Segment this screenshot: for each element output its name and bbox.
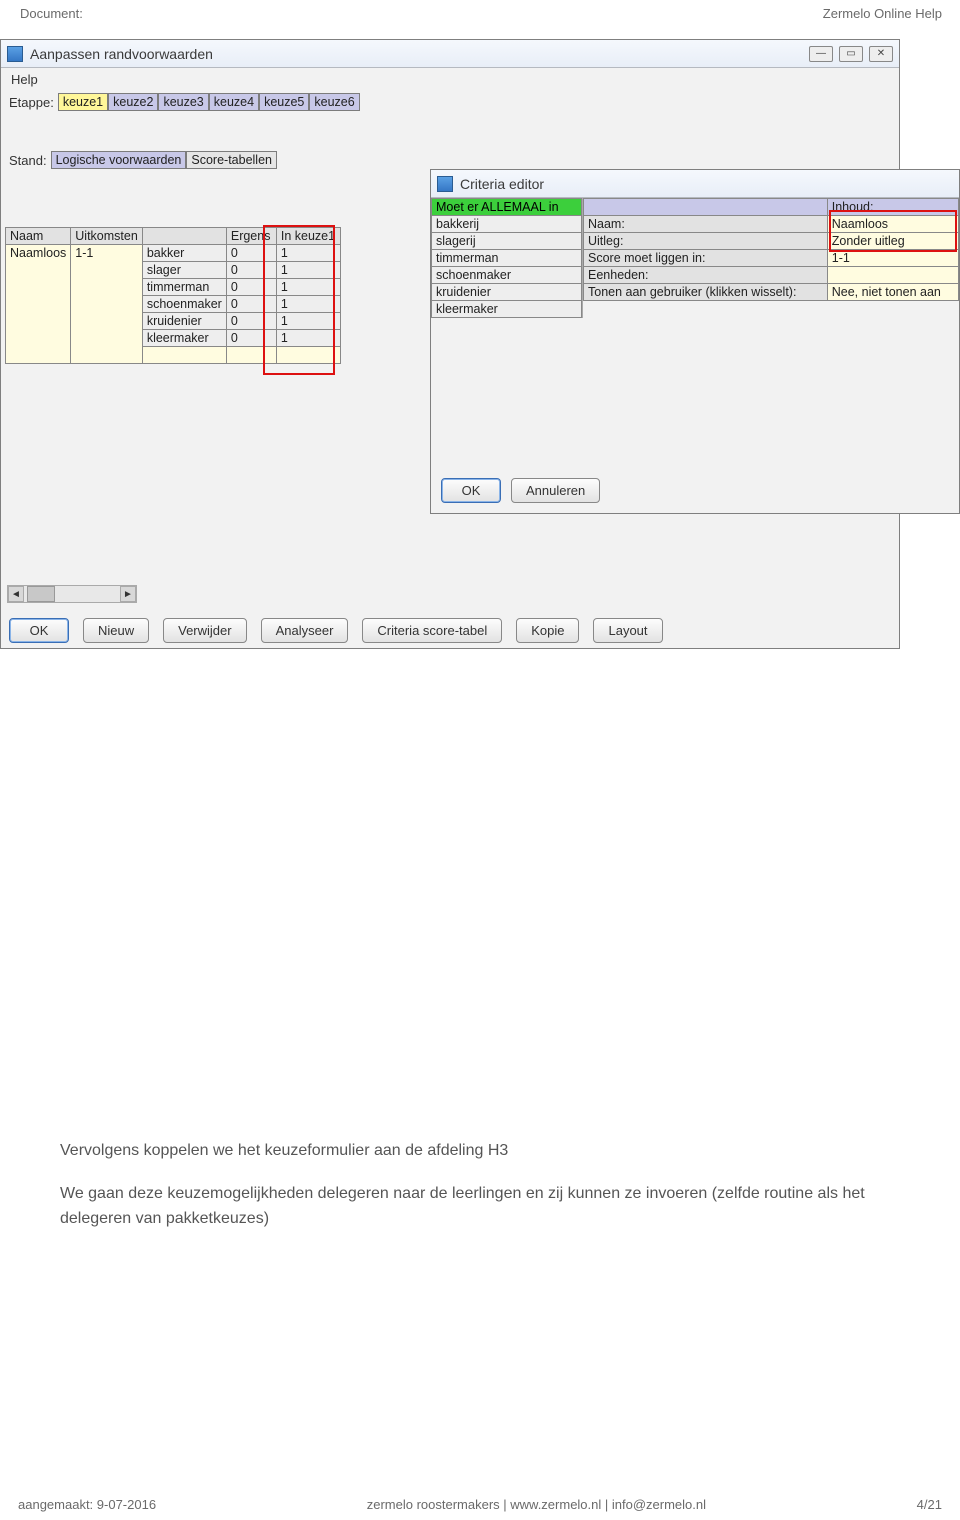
etappe-tab-keuze4[interactable]: keuze4	[209, 93, 259, 111]
etappe-tab-keuze2[interactable]: keuze2	[108, 93, 158, 111]
scroll-right-icon[interactable]: ►	[120, 586, 136, 602]
scroll-thumb[interactable]	[27, 586, 55, 602]
stand-tab-score[interactable]: Score-tabellen	[186, 151, 277, 169]
table-row: Uitleg:Zonder uitleg	[584, 233, 959, 250]
h-scrollbar[interactable]: ◄ ►	[7, 585, 137, 603]
body-p1: Vervolgens koppelen we het keuzeformulie…	[60, 1139, 900, 1164]
cell-range: 1-1	[71, 245, 143, 364]
table-row: Eenheden:	[584, 267, 959, 284]
stand-tab-logische[interactable]: Logische voorwaarden	[51, 151, 187, 169]
nieuw-button[interactable]: Nieuw	[83, 618, 149, 643]
ce-title: Criteria editor	[460, 176, 544, 192]
ce-left-header: Moet er ALLEMAAL in	[432, 199, 582, 216]
list-item: kruidenier	[432, 284, 582, 301]
maximize-icon[interactable]: ▭	[839, 46, 863, 62]
cell-naam: Naamloos	[6, 245, 71, 364]
main-window-title: Aanpassen randvoorwaarden	[30, 46, 213, 62]
ce-left-table: Moet er ALLEMAAL in bakkerij slagerij ti…	[431, 198, 582, 318]
main-titlebar: Aanpassen randvoorwaarden — ▭ ✕	[1, 40, 899, 68]
table-row: Naam:Naamloos	[584, 216, 959, 233]
doc-title: Zermelo Online Help	[823, 6, 942, 21]
etappe-tab-keuze1[interactable]: keuze1	[58, 93, 108, 111]
scroll-left-icon[interactable]: ◄	[8, 586, 24, 602]
list-item: schoenmaker	[432, 267, 582, 284]
th-uitkomsten: Uitkomsten	[71, 228, 143, 245]
etappe-tab-keuze6[interactable]: keuze6	[309, 93, 359, 111]
etappe-tab-keuze5[interactable]: keuze5	[259, 93, 309, 111]
list-item: bakkerij	[432, 216, 582, 233]
ok-button[interactable]: OK	[9, 618, 69, 643]
criteria-editor-window: Criteria editor Moet er ALLEMAAL in bakk…	[430, 169, 960, 514]
cell-item: bakker	[142, 245, 226, 262]
ce-ok-button[interactable]: OK	[441, 478, 501, 503]
body-p2: We gaan deze keuzemogelijkheden delegere…	[60, 1182, 900, 1232]
left-table: Naam Uitkomsten Ergens In keuze1 Naamloo…	[5, 227, 341, 364]
menu-help[interactable]: Help	[1, 68, 899, 91]
minimize-icon[interactable]: —	[809, 46, 833, 62]
table-row[interactable]: Naamloos 1-1 bakker 0 1	[6, 245, 341, 262]
list-item: timmerman	[432, 250, 582, 267]
verwijder-button[interactable]: Verwijder	[163, 618, 246, 643]
th-naam: Naam	[6, 228, 71, 245]
screenshot-figure: Aanpassen randvoorwaarden — ▭ ✕ Help Eta…	[0, 39, 960, 739]
ce-blank-header	[584, 199, 828, 216]
footer-page: 4/21	[917, 1497, 942, 1512]
criteria-button[interactable]: Criteria score-tabel	[362, 618, 502, 643]
app-icon	[7, 46, 23, 62]
doc-label: Document:	[20, 6, 83, 21]
close-icon[interactable]: ✕	[869, 46, 893, 62]
cell-ink: 1	[276, 245, 340, 262]
ce-right-table: Inhoud: Naam:Naamloos Uitleg:Zonder uitl…	[583, 198, 959, 301]
layout-button[interactable]: Layout	[593, 618, 662, 643]
table-row: Score moet liggen in:1-1	[584, 250, 959, 267]
etappe-label: Etappe:	[9, 95, 54, 110]
footer-date: aangemaakt: 9-07-2016	[18, 1497, 156, 1512]
etappe-tab-keuze3[interactable]: keuze3	[158, 93, 208, 111]
list-item: kleermaker	[432, 301, 582, 318]
footer-center: zermelo roostermakers | www.zermelo.nl |…	[367, 1497, 706, 1512]
th-blank	[142, 228, 226, 245]
ce-cancel-button[interactable]: Annuleren	[511, 478, 600, 503]
analyseer-button[interactable]: Analyseer	[261, 618, 349, 643]
th-inkeuze1: In keuze1	[276, 228, 340, 245]
th-ergens: Ergens	[226, 228, 276, 245]
stand-label: Stand:	[9, 153, 47, 168]
cell-ergens: 0	[226, 245, 276, 262]
table-row: Tonen aan gebruiker (klikken wisselt):Ne…	[584, 284, 959, 301]
ce-titlebar: Criteria editor	[431, 170, 959, 198]
ce-inhoud-header: Inhoud:	[827, 199, 958, 216]
kopie-button[interactable]: Kopie	[516, 618, 579, 643]
list-item: slagerij	[432, 233, 582, 250]
app-icon	[437, 176, 453, 192]
